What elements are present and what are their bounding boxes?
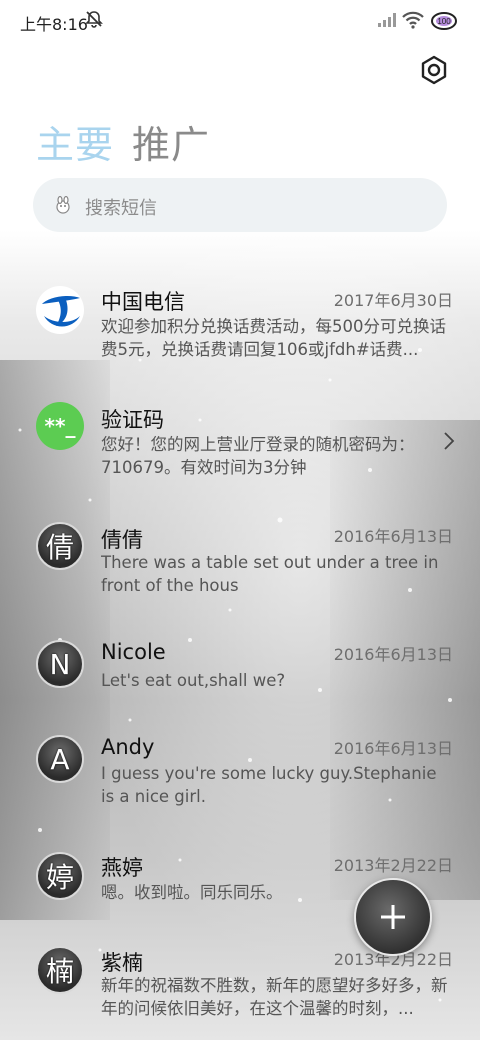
chevron-right-icon[interactable] [442,430,456,452]
conversation-item[interactable]: 中国电信 2017年6月30日 欢迎参加积分兑换话费活动，每500分可兑换话费5… [0,282,480,392]
tab-primary[interactable]: 主要 [36,123,114,167]
conversation-name: 倩倩 [101,528,143,552]
china-telecom-logo-icon [36,286,84,334]
settings-gear-icon[interactable] [419,55,449,85]
avatar: **_ [36,402,84,450]
tab-bar: 主要 推广 [36,114,210,169]
tab-promotions[interactable]: 推广 [132,123,210,167]
conversation-date: 2017年6月30日 [333,291,453,310]
conversation-date: 2016年6月13日 [333,527,453,546]
cellular-signal-icon [378,13,396,27]
conversation-name: 燕婷 [101,856,143,880]
conversation-preview: There was a table set out under a tree i… [101,553,439,595]
conversation-preview: 您好！您的网上营业厅登录的随机密码为：710679。有效时间为3分钟 [101,435,415,477]
conversation-date: 2016年6月13日 [333,645,453,664]
conversation-name: 中国电信 [101,290,185,314]
conversation-item[interactable]: A Andy 2016年6月13日 I guess you're some lu… [0,733,480,843]
conversation-item[interactable]: N Nicole 2016年6月13日 Let's eat out,shall … [0,638,480,748]
avatar: A [36,735,84,783]
conversation-preview: Let's eat out,shall we? [101,671,286,690]
plus-icon [381,905,405,929]
conversation-preview: 欢迎参加积分兑换话费活动，每500分可兑换话费5元，兑换话费请回复106或jfd… [101,317,446,359]
conversation-date: 2016年6月13日 [333,739,453,758]
svg-text:100: 100 [437,17,451,26]
avatar: N [36,640,84,688]
search-placeholder: 搜索短信 [85,198,157,219]
bell-muted-icon [85,11,103,28]
conversation-item[interactable]: 楠 紫楠 2013年2月22日 新年的祝福数不胜数，新年的愿望好多好多，新年的问… [0,944,480,1054]
conversation-item[interactable]: 倩 倩倩 2016年6月13日 There was a table set ou… [0,520,480,630]
conversation-name: Andy [101,735,155,759]
status-time: 上午8:16 [20,15,88,34]
new-message-button[interactable] [354,878,432,956]
avatar: 楠 [36,946,84,994]
conversation-name: Nicole [101,640,166,664]
avatar: 倩 [36,522,84,570]
conversation-preview: I guess you're some lucky guy.Stephanie … [101,764,437,806]
status-bar: 上午8:16 100 [0,0,480,42]
wifi-icon [402,11,424,29]
conversation-date: 2013年2月22日 [333,856,453,875]
battery-icon: 100 [431,12,457,30]
search-bar[interactable]: 搜索短信 [33,178,447,232]
conversation-name: 紫楠 [101,951,143,975]
avatar: 婷 [36,852,84,900]
conversation-name: 验证码 [101,408,164,432]
conversation-preview: 新年的祝福数不胜数，新年的愿望好多好多，新年的问候依旧美好，在这个温馨的时刻，.… [101,976,448,1018]
search-mascot-icon [56,196,70,214]
conversation-item[interactable]: **_ 验证码 您好！您的网上营业厅登录的随机密码为：710679。有效时间为3… [0,400,480,510]
